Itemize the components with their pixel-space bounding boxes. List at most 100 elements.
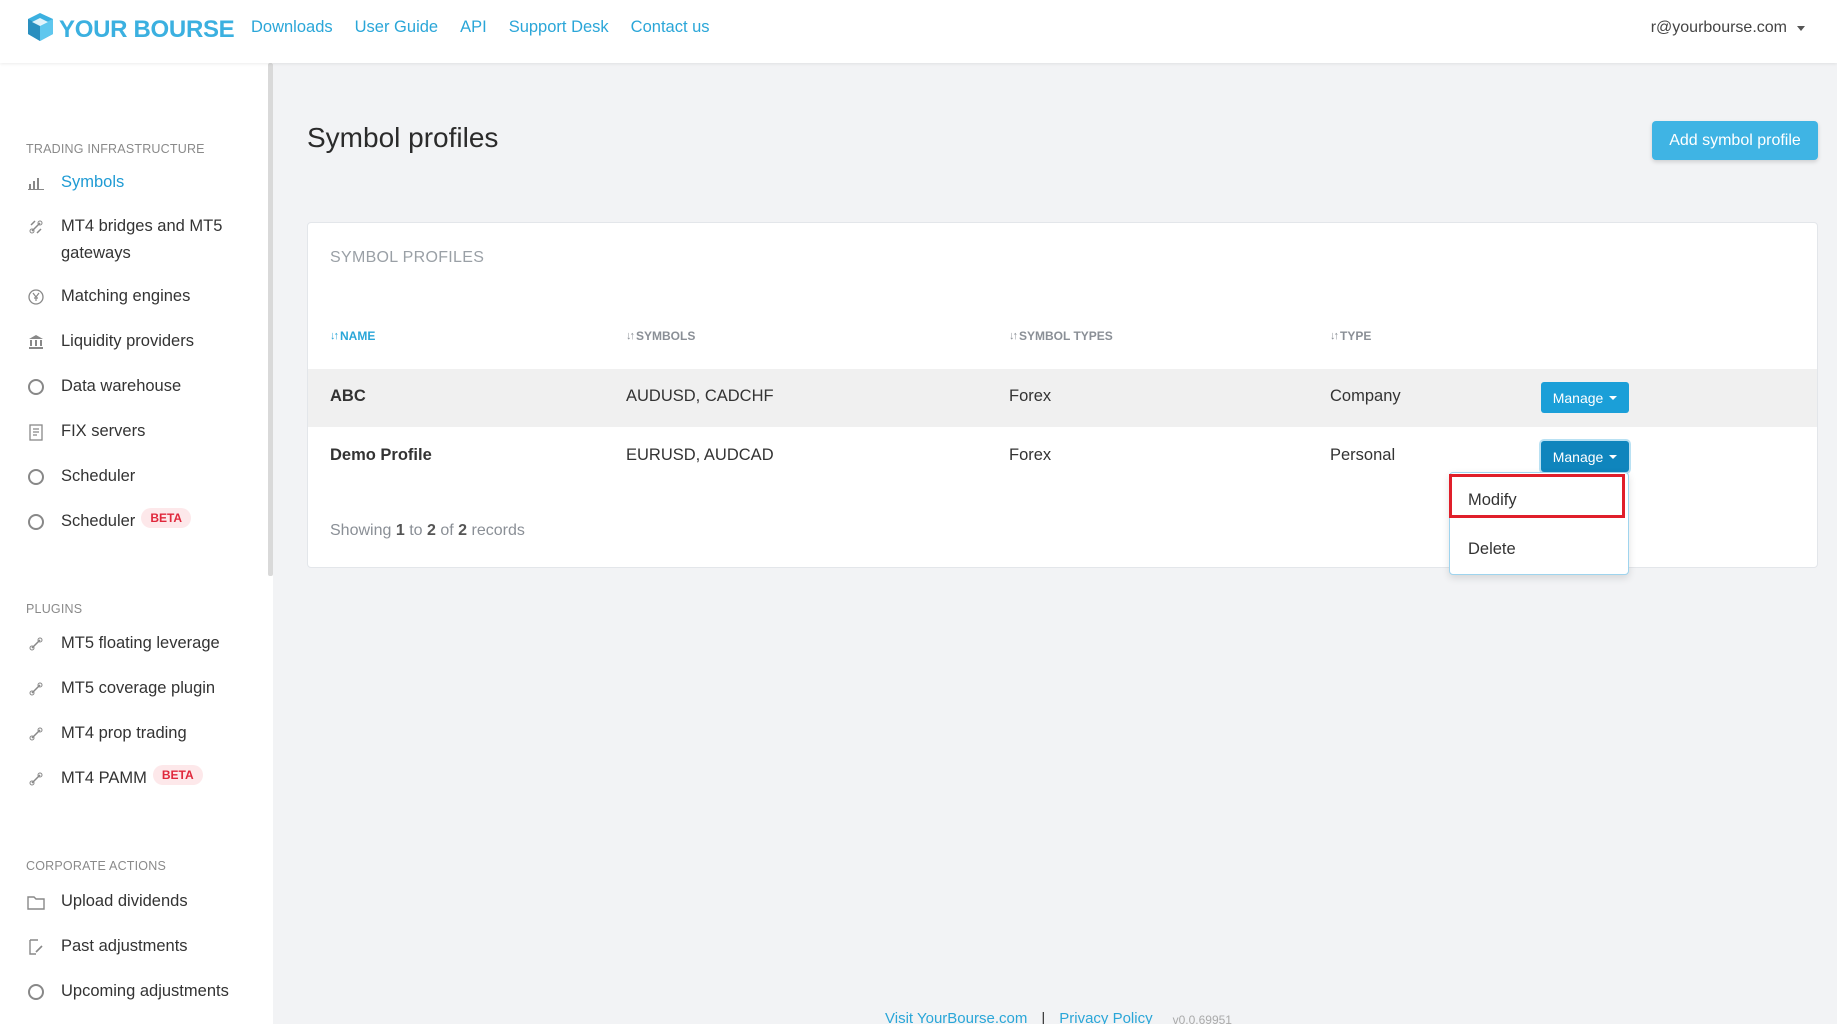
add-symbol-profile-button[interactable]: Add symbol profile	[1652, 121, 1818, 160]
chevron-down-icon	[1797, 25, 1805, 31]
yen-icon	[26, 287, 46, 307]
sidebar-item-mt4-bridges[interactable]: MT4 bridges and MT5 gateways	[26, 213, 256, 267]
nav-user-guide[interactable]: User Guide	[355, 18, 438, 37]
version-text: v0.0.69951	[1172, 1013, 1232, 1024]
section-title-trading-infrastructure: TRADING INFRASTRUCTURE	[26, 142, 205, 156]
brand-logo-link[interactable]: YOUR BOURSE	[26, 12, 235, 48]
link-icon	[26, 769, 46, 789]
sidebar	[0, 63, 273, 1024]
manage-label: Manage	[1552, 448, 1604, 465]
sidebar-item-label: Upload dividends	[61, 892, 188, 910]
cell-type: Personal	[1330, 446, 1396, 464]
brand-name: YOUR BOURSE	[59, 16, 235, 43]
cube-logo-icon	[28, 13, 53, 41]
manage-button[interactable]: Manage	[1541, 382, 1629, 413]
circle-icon	[26, 982, 46, 1002]
sidebar-item-fix-servers[interactable]: FIX servers	[26, 418, 256, 445]
sidebar-item-scheduler-beta[interactable]: Scheduler BETA	[26, 508, 256, 535]
cell-symbols: EURUSD, AUDCAD	[626, 446, 774, 464]
section-title-plugins: PLUGINS	[26, 602, 83, 616]
sidebar-item-mt5-floating-leverage[interactable]: MT5 floating leverage	[26, 630, 256, 657]
nav-contact-us[interactable]: Contact us	[631, 18, 710, 37]
top-nav: Downloads User Guide API Support Desk Co…	[251, 18, 732, 37]
sidebar-item-scheduler[interactable]: Scheduler	[26, 463, 256, 490]
column-label: NAME	[340, 329, 376, 343]
sidebar-item-label: Data warehouse	[61, 377, 182, 395]
nav-api[interactable]: API	[460, 18, 487, 37]
sidebar-scrollbar[interactable]	[268, 63, 273, 576]
manage-button[interactable]: Manage	[1541, 441, 1629, 472]
footer-link-yourbourse[interactable]: Visit YourBourse.com	[885, 1010, 1027, 1024]
user-menu[interactable]: r@yourbourse.com	[1651, 19, 1805, 37]
footer: Visit YourBourse.com | Privacy Policy v0…	[0, 1010, 1837, 1024]
sidebar-item-label: Past adjustments	[61, 937, 188, 955]
cell-name: ABC	[330, 387, 366, 405]
column-label: TYPE	[1340, 329, 1372, 343]
nav-downloads[interactable]: Downloads	[251, 18, 333, 37]
records-summary: Showing 1 to 2 of 2 records	[330, 522, 525, 539]
column-header-type[interactable]: ↓↑ TYPE	[1330, 329, 1371, 343]
page-title: Symbol profiles	[307, 122, 499, 153]
table-row: ABC AUDUSD, CADCHF Forex Company Manage	[308, 369, 1817, 427]
sidebar-item-label: MT5 floating leverage	[61, 634, 220, 652]
cell-name: Demo Profile	[330, 446, 432, 464]
circle-icon	[26, 512, 46, 532]
top-navbar: YOUR BOURSE Downloads User Guide API Sup…	[0, 0, 1837, 63]
sidebar-item-label: MT4 bridges and MT5 gateways	[61, 217, 223, 262]
link-icon	[26, 217, 46, 237]
nav-support-desk[interactable]: Support Desk	[509, 18, 609, 37]
bank-icon	[26, 332, 46, 352]
card-title: SYMBOL PROFILES	[330, 249, 485, 266]
menu-item-modify[interactable]: Modify	[1468, 491, 1517, 510]
cell-symbol-types: Forex	[1009, 446, 1052, 464]
chevron-down-icon	[1609, 395, 1618, 400]
sort-arrows-icon: ↓↑	[330, 330, 339, 342]
sidebar-item-label: Scheduler	[61, 467, 136, 485]
sidebar-item-label: FIX servers	[61, 422, 146, 440]
sidebar-item-past-adjustments[interactable]: Past adjustments	[26, 933, 256, 960]
column-label: SYMBOLS	[636, 329, 696, 343]
folder-icon	[26, 892, 46, 912]
column-header-symbols[interactable]: ↓↑ SYMBOLS	[626, 329, 695, 343]
sidebar-item-label: MT4 PAMM	[61, 769, 147, 787]
sidebar-item-label: Matching engines	[61, 287, 191, 305]
column-header-name[interactable]: ↓↑ NAME	[330, 329, 375, 343]
document-icon	[26, 422, 46, 442]
edit-doc-icon	[26, 937, 46, 957]
cell-symbols: AUDUSD, CADCHF	[626, 387, 774, 405]
chevron-down-icon	[1609, 454, 1618, 459]
sidebar-item-symbols[interactable]: Symbols	[26, 169, 256, 196]
link-icon	[26, 634, 46, 654]
circle-icon	[26, 377, 46, 397]
manage-dropdown-menu: Modify Delete	[1449, 472, 1629, 575]
sidebar-item-label: MT4 prop trading	[61, 724, 187, 742]
sidebar-item-liquidity-providers[interactable]: Liquidity providers	[26, 328, 256, 355]
sort-arrows-icon: ↓↑	[1009, 330, 1018, 342]
sidebar-item-upload-dividends[interactable]: Upload dividends	[26, 888, 256, 915]
sidebar-item-mt4-pamm[interactable]: MT4 PAMM BETA	[26, 765, 256, 792]
sort-arrows-icon: ↓↑	[1330, 330, 1339, 342]
sidebar-item-label: Symbols	[61, 173, 125, 191]
sidebar-item-mt4-prop-trading[interactable]: MT4 prop trading	[26, 720, 256, 747]
sidebar-item-mt5-coverage-plugin[interactable]: MT5 coverage plugin	[26, 675, 256, 702]
user-email: r@yourbourse.com	[1650, 19, 1787, 36]
column-header-symbol-types[interactable]: ↓↑ SYMBOL TYPES	[1009, 329, 1113, 343]
cell-type: Company	[1330, 387, 1401, 405]
sidebar-item-matching-engines[interactable]: Matching engines	[26, 283, 256, 310]
sort-arrows-icon: ↓↑	[626, 330, 635, 342]
manage-label: Manage	[1552, 389, 1604, 406]
circle-icon	[26, 467, 46, 487]
sidebar-item-data-warehouse[interactable]: Data warehouse	[26, 373, 256, 400]
section-title-corporate-actions: CORPORATE ACTIONS	[26, 859, 166, 873]
link-icon	[26, 724, 46, 744]
footer-separator: |	[1041, 1010, 1046, 1024]
beta-badge: BETA	[152, 765, 203, 785]
sidebar-item-label: Liquidity providers	[61, 332, 194, 350]
sidebar-item-upcoming-adjustments[interactable]: Upcoming adjustments	[26, 978, 256, 1005]
sidebar-item-label: Upcoming adjustments	[61, 982, 229, 1000]
footer-link-privacy[interactable]: Privacy Policy	[1059, 1010, 1152, 1024]
cell-symbol-types: Forex	[1009, 387, 1052, 405]
menu-item-delete[interactable]: Delete	[1468, 540, 1516, 559]
column-label: SYMBOL TYPES	[1019, 329, 1113, 343]
beta-badge: BETA	[141, 508, 192, 528]
